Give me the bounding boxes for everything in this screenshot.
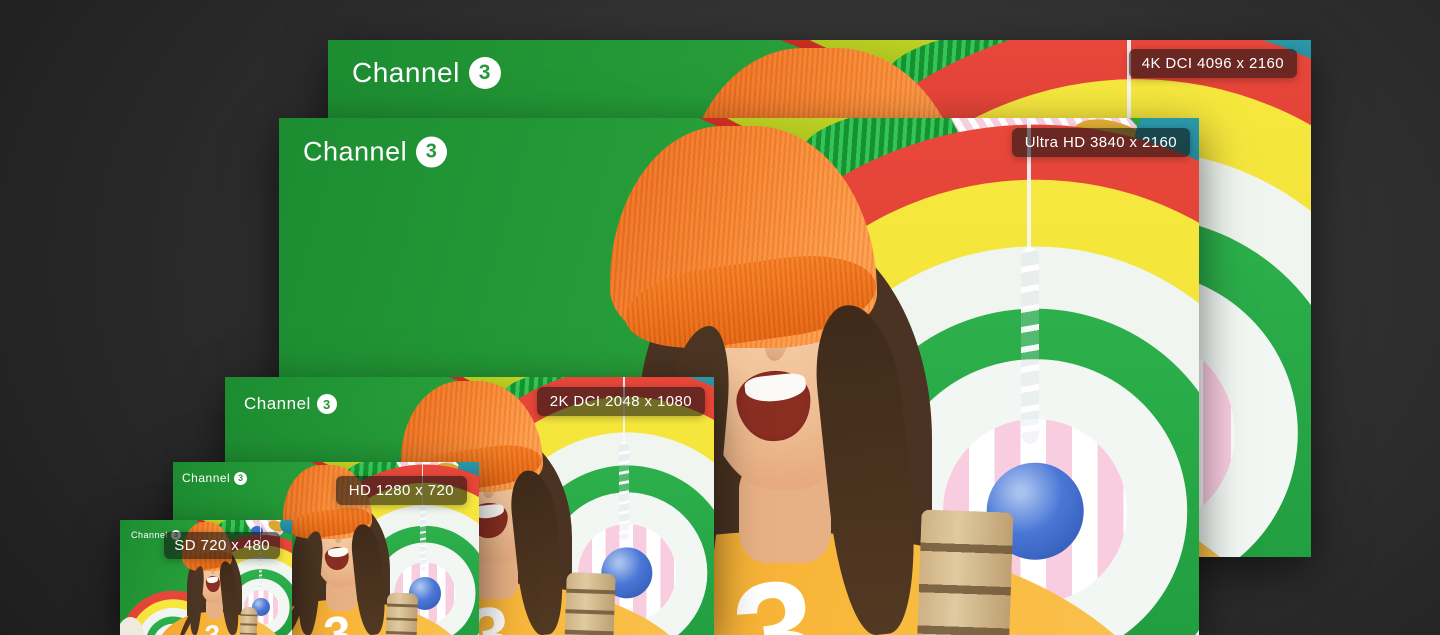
channel-brand-text: Channel [182, 471, 230, 485]
resolution-label-hd: HD 1280 x 720 [336, 476, 467, 505]
channel-number-badge: 3 [416, 137, 447, 168]
backpack-strap [239, 607, 258, 635]
resolution-label-sd: SD 720 x 480 [164, 532, 280, 559]
resolution-label-2k-dci: 2K DCI 2048 x 1080 [537, 387, 705, 416]
channel-brand-text: Channel [303, 137, 407, 168]
channel-3-logo: Channel 3 [303, 137, 447, 168]
channel-3-logo: Channel 3 [244, 394, 337, 414]
backpack-strap [384, 593, 417, 635]
channel-number-badge: 3 [317, 394, 337, 414]
backpack-strap [915, 509, 1014, 635]
channel-brand-text: Channel [352, 57, 460, 89]
silver-streamer-coil [420, 505, 426, 571]
resolution-comparison-graphic: 3 Channel 3 4K DCI 4096 x 2160 3 [0, 0, 1440, 635]
channel-number-badge: 3 [234, 472, 247, 485]
backpack-strap [563, 572, 615, 635]
channel-number-badge: 3 [469, 57, 501, 89]
frame-sd: 3 Channel 3 SD 720 x 480 [120, 520, 292, 635]
silver-streamer-coil [619, 442, 629, 540]
channel-3-logo: Channel 3 [352, 57, 501, 89]
resolution-label-4k-dci: 4K DCI 4096 x 2160 [1129, 49, 1297, 78]
silver-streamer-coil [1021, 247, 1039, 443]
channel-3-logo: Channel 3 [182, 471, 247, 485]
channel-brand-text: Channel [244, 394, 311, 414]
resolution-label-ultra-hd: Ultra HD 3840 x 2160 [1012, 128, 1190, 157]
channel-brand-text: Channel [131, 530, 168, 540]
